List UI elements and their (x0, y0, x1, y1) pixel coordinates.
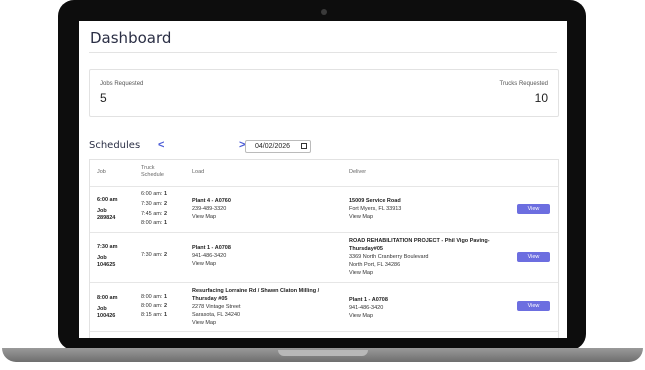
view-button[interactable]: View (517, 301, 550, 311)
load-city: Sarasota, FL 34240 (192, 312, 241, 318)
view-button[interactable]: View (517, 252, 550, 262)
next-date-button[interactable]: > (239, 139, 245, 151)
deliver-view-map-link[interactable]: View Map (349, 269, 373, 277)
prev-date-button[interactable]: < (158, 139, 164, 151)
load-name: Plant 1 - A0708 (192, 245, 231, 251)
deliver-view-map-link[interactable]: View Map (349, 213, 373, 221)
truck-slot: 8:00 am: 1 (141, 220, 167, 226)
load-phone: 239-489-3320 (192, 206, 227, 212)
page-title: Dashboard (90, 29, 172, 47)
schedules-title: Schedules (89, 140, 141, 151)
header-truck: Truck (141, 165, 155, 171)
load-name-line2: Thursday #05 (192, 296, 228, 302)
schedule-date-input[interactable]: 04/02/2026 (245, 140, 311, 153)
deliver-address: 3369 North Cranberry Boulevard (349, 254, 429, 260)
truck-slot: 8:15 am: 1 (141, 312, 167, 318)
webcam-icon (321, 9, 327, 15)
trucks-requested-label: Trucks Requested (499, 81, 548, 87)
row-divider (90, 282, 558, 283)
job-time: 6:00 am (97, 197, 118, 203)
load-view-map-link[interactable]: View Map (192, 319, 216, 327)
calendar-icon[interactable] (301, 143, 307, 149)
row-divider (90, 331, 558, 332)
load-name: Resurfacing Lorraine Rd / Shawn Claton M… (192, 288, 320, 294)
deliver-view-map-link[interactable]: View Map (349, 312, 373, 320)
truck-slot: 7:45 am: 2 (141, 211, 167, 217)
trucks-requested-value: 10 (534, 91, 548, 105)
schedules-table: Job Truck Schedule Load Deliver 6:00 am … (89, 159, 559, 338)
header-load: Load (192, 169, 205, 175)
view-button[interactable]: View (517, 204, 550, 214)
jobs-requested-label: Jobs Requested (100, 81, 144, 87)
deliver-phone: 941-486-3420 (349, 305, 384, 311)
job-time: 8:00 am (97, 295, 118, 301)
title-divider (89, 52, 557, 53)
truck-slot: 6:00 am: 1 (141, 191, 167, 197)
truck-slot: 8:00 am: 1 (141, 294, 167, 300)
laptop-notch (278, 350, 368, 356)
deliver-name: ROAD REHABILITATION PROJECT - Phil Vigo … (349, 238, 490, 244)
summary-card: Jobs Requested 5 Trucks Requested 10 (89, 69, 559, 117)
schedule-date-value: 04/02/2026 (255, 143, 291, 150)
header-job: Job (97, 169, 106, 175)
deliver-name: Plant 1 - A0708 (349, 297, 388, 303)
job-number: 289824 (97, 215, 116, 221)
header-deliver: Deliver (349, 169, 367, 175)
load-phone: 941-486-3420 (192, 253, 227, 259)
load-name: Plant 4 - A0760 (192, 198, 231, 204)
header-schedule: Schedule (141, 172, 164, 178)
row-divider (90, 232, 558, 233)
deliver-name-line2: Thursday#05 (349, 246, 383, 252)
deliver-name: 15009 Service Road (349, 198, 401, 204)
truck-slot: 8:00 am: 2 (141, 303, 167, 309)
deliver-city: North Port, FL 34286 (349, 262, 401, 268)
deliver-address: Fort Myers, FL 33913 (349, 206, 402, 212)
load-view-map-link[interactable]: View Map (192, 213, 216, 221)
load-view-map-link[interactable]: View Map (192, 260, 216, 268)
load-address: 2278 Vintage Street (192, 304, 241, 310)
jobs-requested-value: 5 (100, 91, 107, 105)
job-number: 100426 (97, 313, 116, 319)
truck-slot: 7:30 am: 2 (141, 252, 167, 258)
job-number: 104625 (97, 262, 116, 268)
screen: Dashboard Jobs Requested 5 Trucks Reques… (79, 21, 567, 338)
job-time: 7:30 am (97, 244, 118, 250)
truck-slot: 7:30 am: 2 (141, 201, 167, 207)
header-divider (90, 186, 558, 187)
